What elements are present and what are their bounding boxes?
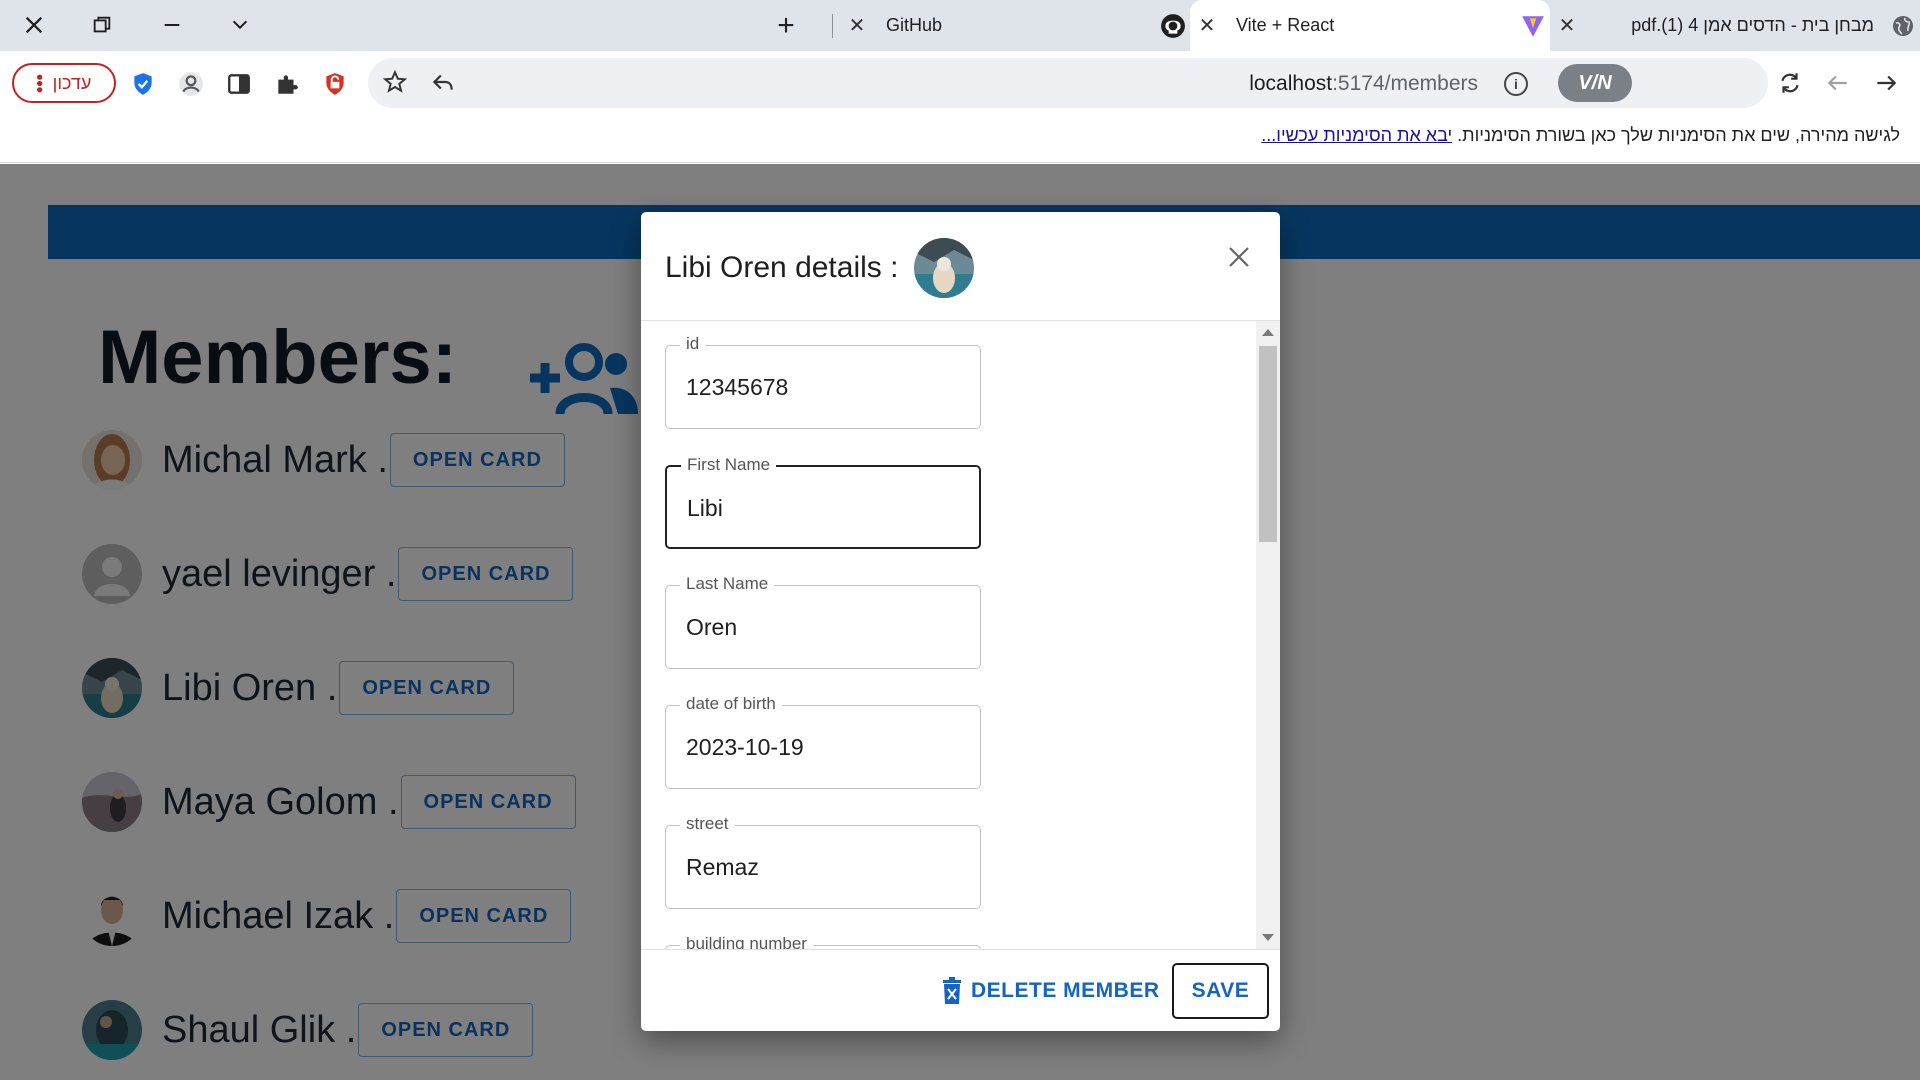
tab-title: Vite + React bbox=[1236, 15, 1335, 35]
globe-icon bbox=[1886, 14, 1920, 38]
dialog-scrollbar[interactable] bbox=[1256, 321, 1280, 949]
delete-member-label: DELETE MEMBER bbox=[971, 979, 1160, 1002]
street-field[interactable]: street Remaz bbox=[665, 814, 981, 909]
save-button[interactable]: SAVE bbox=[1172, 963, 1269, 1019]
field-label: street bbox=[680, 814, 735, 834]
vpn-button[interactable]: V/N bbox=[1558, 64, 1632, 102]
forward-arrow-icon[interactable] bbox=[1872, 69, 1900, 97]
tab-search-chevron-icon[interactable] bbox=[212, 6, 268, 44]
field-value: Oren bbox=[686, 614, 738, 640]
new-tab-button[interactable]: + bbox=[764, 6, 808, 46]
close-tab-icon[interactable]: ✕ bbox=[1190, 13, 1224, 38]
delete-member-button[interactable]: DELETE MEMBER bbox=[941, 966, 1160, 1016]
date-of-birth-field[interactable]: date of birth 2023-10-19 bbox=[665, 694, 981, 789]
bookmarks-hint: לגישה מהירה, שים את הסימניות שלך כאן בשו… bbox=[1261, 125, 1900, 146]
field-value: 12345678 bbox=[686, 374, 789, 400]
dialog-avatar bbox=[914, 238, 975, 298]
browser-toolbar: ••• עדכון localhost:5174/members i V/N bbox=[0, 51, 1920, 113]
profile-icon[interactable] bbox=[176, 69, 206, 99]
tab-pdf[interactable]: ✕ pdf.(1) 4 מבחן בית - הדסים אמן bbox=[1550, 0, 1920, 51]
id-field[interactable]: id 12345678 bbox=[665, 334, 981, 429]
site-info-icon[interactable]: i bbox=[1504, 72, 1528, 96]
tab-title: GitHub bbox=[886, 15, 943, 35]
tab-github[interactable]: ✕ GitHub bbox=[840, 0, 1190, 51]
dialog-title: Libi Oren details : bbox=[665, 238, 975, 298]
close-tab-icon[interactable]: ✕ bbox=[840, 13, 874, 38]
dialog-title-text: Libi Oren details : bbox=[665, 251, 899, 284]
back-arrow-icon[interactable] bbox=[1824, 69, 1852, 97]
bookmarks-bar: לגישה מהירה, שים את הסימניות שלך כאן בשו… bbox=[0, 113, 1920, 163]
github-icon bbox=[1156, 13, 1190, 39]
update-label: עדכון bbox=[52, 72, 92, 93]
dialog-form: id 12345678 First Name Libi Last Name Or… bbox=[641, 321, 1253, 949]
update-button[interactable]: ••• עדכון bbox=[12, 63, 116, 103]
close-tab-icon[interactable]: ✕ bbox=[1550, 13, 1584, 38]
minimize-window-icon[interactable] bbox=[144, 6, 200, 44]
url-text[interactable]: localhost:5174/members bbox=[1249, 72, 1478, 96]
share-icon[interactable] bbox=[428, 67, 458, 97]
vite-logo-icon bbox=[1516, 13, 1550, 39]
last-name-field[interactable]: Last Name Oren bbox=[665, 574, 981, 669]
bookmarks-hint-text: לגישה מהירה, שים את הסימניות שלך כאן בשו… bbox=[1457, 125, 1900, 145]
adblock-extension-icon[interactable] bbox=[320, 69, 350, 99]
field-label: First Name bbox=[681, 455, 777, 475]
tab-title: pdf.(1) 4 מבחן בית - הדסים אמן bbox=[1631, 15, 1874, 35]
scroll-up-arrow-icon[interactable] bbox=[1262, 329, 1274, 336]
shield-extension-icon[interactable] bbox=[128, 69, 158, 99]
restore-window-icon[interactable] bbox=[74, 6, 130, 44]
field-value: Libi bbox=[687, 495, 723, 521]
reload-icon[interactable] bbox=[1776, 69, 1804, 97]
delete-trash-icon bbox=[943, 977, 961, 1004]
field-label: id bbox=[680, 334, 706, 354]
scroll-thumb[interactable] bbox=[1259, 346, 1277, 542]
side-panel-icon[interactable] bbox=[224, 69, 254, 99]
extensions-puzzle-icon[interactable] bbox=[272, 69, 302, 99]
more-vert-icon: ••• bbox=[29, 73, 50, 93]
member-details-dialog: Libi Oren details : id 12345678 First Na… bbox=[641, 212, 1280, 1031]
import-bookmarks-link[interactable]: יבא את הסימניות עכשיו... bbox=[1261, 125, 1452, 145]
field-label: date of birth bbox=[680, 694, 782, 714]
dialog-divider bbox=[641, 949, 1280, 950]
tab-vite-react[interactable]: ✕ Vite + React bbox=[1190, 0, 1550, 51]
browser-tabbar: + ✕ GitHub ✕ Vite + React ✕ pdf.(1) 4 מב… bbox=[0, 0, 1920, 51]
field-value: Remaz bbox=[686, 854, 759, 880]
address-bar[interactable]: localhost:5174/members i V/N bbox=[368, 58, 1768, 108]
close-dialog-icon[interactable] bbox=[1222, 240, 1256, 274]
scroll-down-arrow-icon[interactable] bbox=[1262, 934, 1274, 941]
url-host: localhost bbox=[1249, 72, 1333, 95]
field-value: 2023-10-19 bbox=[686, 734, 804, 760]
field-label: Last Name bbox=[680, 574, 775, 594]
bookmark-star-icon[interactable] bbox=[380, 67, 410, 97]
url-path: :5174/members bbox=[1332, 72, 1478, 95]
field-label: building number bbox=[680, 934, 813, 949]
close-window-icon[interactable] bbox=[6, 6, 62, 44]
first-name-field[interactable]: First Name Libi bbox=[665, 455, 981, 549]
